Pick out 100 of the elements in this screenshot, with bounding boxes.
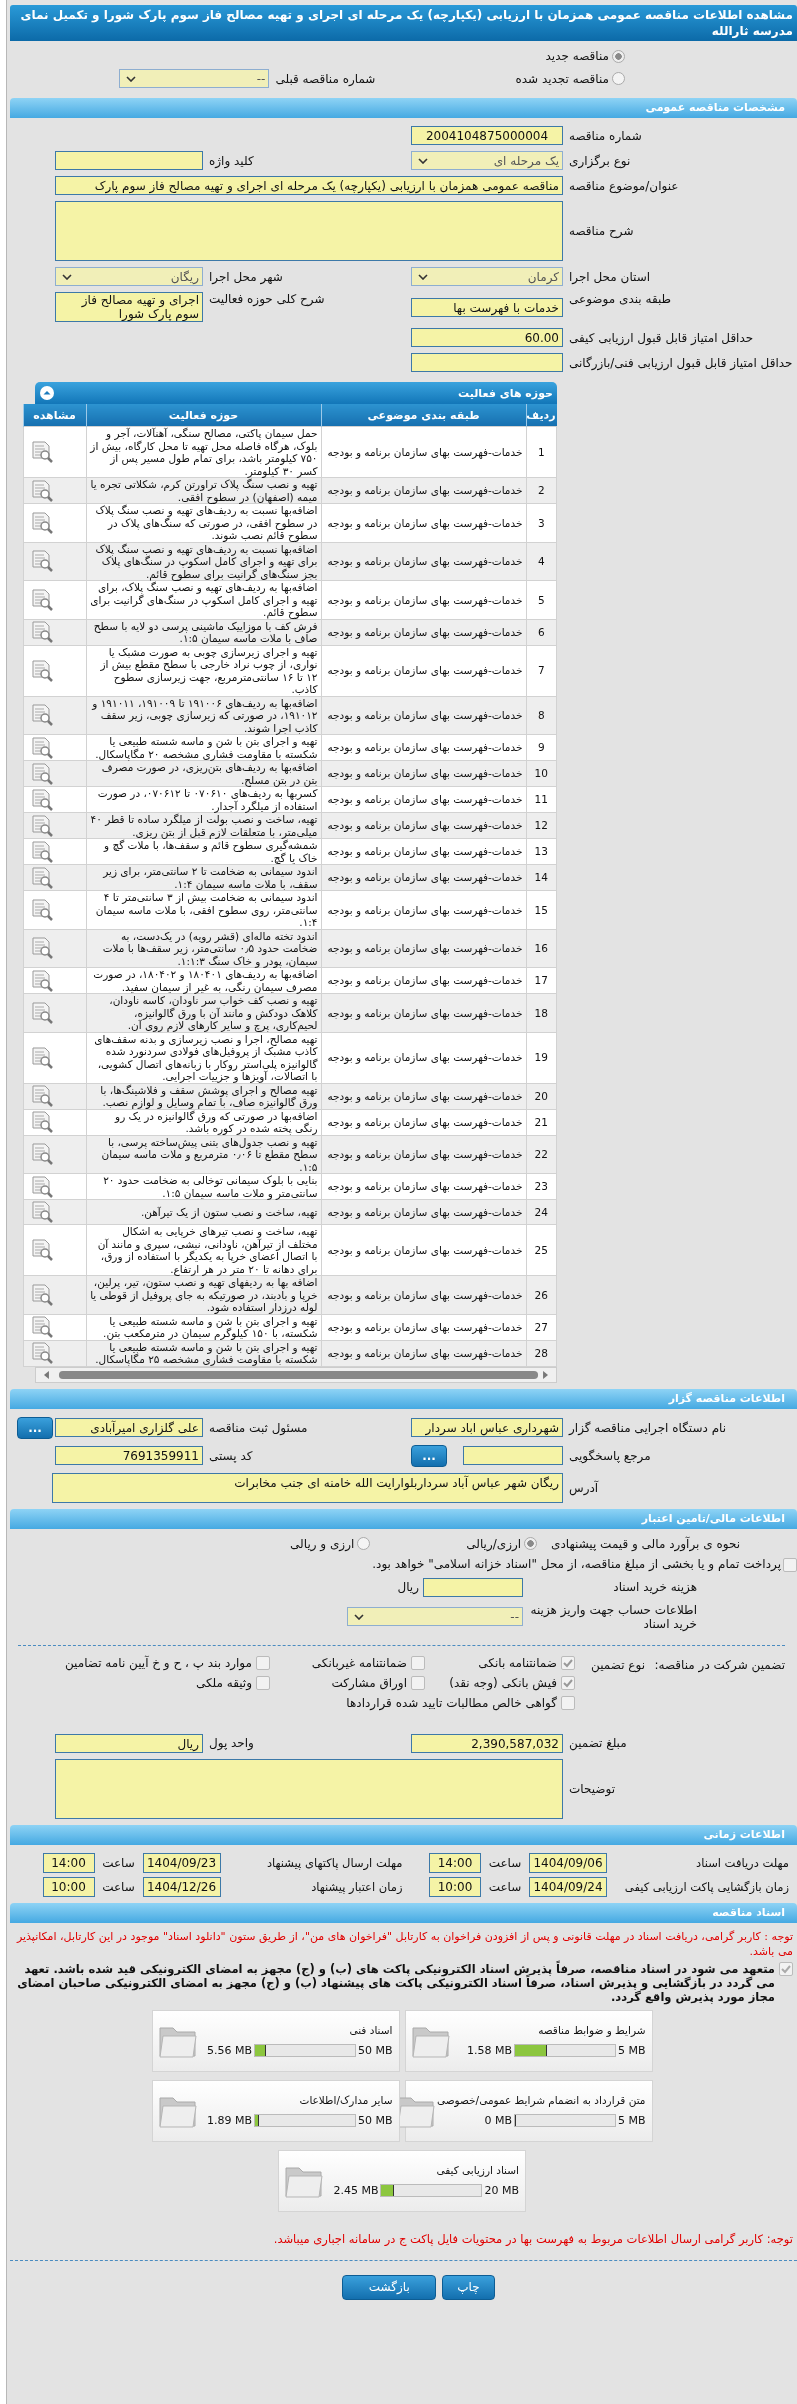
select-field[interactable]: -- (347, 1607, 523, 1626)
registrar-field[interactable]: علی گلزاری امیرآبادی (55, 1418, 203, 1437)
view-details-icon[interactable] (29, 813, 54, 838)
select-field[interactable]: کرمان (411, 267, 563, 286)
view-details-icon[interactable] (29, 735, 54, 760)
checkbox[interactable] (256, 1655, 270, 1670)
radio-button[interactable] (612, 49, 625, 63)
table-cell: خدمات-فهرست بهای سازمان برنامه و بودجه (321, 929, 526, 968)
radio-button[interactable] (524, 1537, 538, 1550)
time-field[interactable]: 10:00 (429, 1876, 481, 1897)
postal-code-field[interactable]: 7691359911 (55, 1446, 203, 1465)
action-button[interactable]: بازگشت (342, 2274, 437, 2300)
view-details-icon[interactable] (29, 1200, 54, 1224)
keyword-field[interactable] (55, 151, 203, 170)
time-field[interactable]: 14:00 (42, 1852, 95, 1873)
file-name: اسناد فنی (349, 2024, 393, 2036)
field-label: نام دستگاه اجرایی مناقصه گزار (569, 1420, 727, 1435)
view-details-icon[interactable] (29, 1174, 54, 1199)
date-field[interactable]: 1404/09/23 (142, 1852, 221, 1873)
radio-button[interactable] (357, 1537, 371, 1550)
field-label: کد پستی (209, 1448, 253, 1463)
view-details-icon[interactable] (29, 1110, 54, 1134)
table-cell: 21 (526, 1109, 557, 1135)
view-details-icon[interactable] (29, 787, 54, 812)
view-details-icon[interactable] (29, 620, 54, 644)
table-cell: خدمات-فهرست بهای سازمان برنامه و بودجه (321, 1135, 526, 1174)
document-cost-field[interactable] (423, 1577, 523, 1597)
activity-summary-field[interactable]: اجرای و تهیه مصالح فاز سوم پارک شورا (55, 292, 203, 322)
view-details-icon[interactable] (29, 1315, 54, 1339)
collapse-icon[interactable] (40, 386, 54, 400)
checkbox[interactable] (561, 1655, 575, 1670)
view-details-icon[interactable] (29, 968, 54, 993)
view-details-icon[interactable] (29, 703, 54, 728)
date-field[interactable]: 1404/09/24 (529, 1876, 607, 1897)
subject-field[interactable]: مناقصه عمومی همزمان با ارزیابی (یکپارچه) یک مرحله ای اجرای و تهیه مصالح فاز سوم پارک (55, 176, 563, 195)
table-cell: 25 (526, 1224, 557, 1276)
checkbox[interactable] (411, 1655, 425, 1670)
select-field[interactable]: ریگان (55, 267, 203, 286)
browse-button[interactable]: ... (411, 1444, 447, 1467)
view-details-icon[interactable] (29, 897, 54, 922)
field-label: حداقل امتیاز قابل قبول ارزیابی فنی/بازرگانی (569, 355, 793, 370)
field-label: کلید واژه (209, 153, 254, 168)
currency-field[interactable]: ریال (55, 1733, 203, 1753)
category-field[interactable]: خدمات با فهرست بها (411, 297, 563, 317)
commitment-text: متعهد می شود در اسناد مناقصه، صرفاً پذیرش اسناد الکترونیکی پاکت های (ب) و (ج) مجهز به امضای الکترونیکی قید شده باشد. تعهد می گردد در بازگشایی و پذیرش اسناد، صرفاً اسناد الکترونیکی پاکت های پیشنهاد (ب) و (ج) مجهز به امضای الکترونیکی صاحبان امضای مجاز مورد پذیرش واقع گردد. (16, 1961, 775, 2004)
time-field[interactable]: 10:00 (42, 1876, 95, 1897)
horizontal-scrollbar[interactable] (35, 1366, 557, 1383)
action-button[interactable]: چاپ (442, 2274, 495, 2300)
view-details-icon[interactable] (29, 658, 54, 683)
table-cell: اضافه‌بها به ردیف‌های ۱۸۰۴۰۱ و ۱۸۰۴۰۲، در صورت مصرف سیمان رنگی، به غیر از سیمان سفید. (86, 967, 321, 994)
description-field[interactable] (55, 201, 563, 261)
view-details-icon[interactable] (29, 839, 54, 864)
browse-button[interactable]: ... (17, 1416, 53, 1439)
view-details-icon[interactable] (29, 936, 54, 961)
table-cell: خدمات-فهرست بهای سازمان برنامه و بودجه (321, 1314, 526, 1340)
view-details-icon[interactable] (29, 865, 54, 890)
responder-field[interactable] (463, 1446, 563, 1465)
view-details-icon[interactable] (29, 440, 54, 464)
view-details-icon[interactable] (29, 587, 54, 612)
time-field[interactable]: 14:00 (429, 1852, 481, 1873)
notes-field[interactable] (55, 1758, 563, 1819)
table-cell: تهیه، ساخت و نصب ستون از یک تیرآهن. (86, 1199, 321, 1225)
size-limit: 20 MB (484, 2184, 519, 2197)
table-cell: 13 (526, 838, 557, 865)
checkbox[interactable] (411, 1675, 425, 1690)
select-field[interactable]: -- (119, 69, 270, 88)
agency-field[interactable]: شهرداری عباس اباد سردار (411, 1418, 563, 1437)
table-cell: تهیه، ساخت و نصب تیرهای خرپایی به اشکال مختلف از تیرآهن، ناودانی، نبشی، سپری و مانند آن با اتصال اعضای خرپا به یکدیگر با استفاده از ورق، برای دهانه تا ۲۰ متر در هر ارتفاع. (86, 1224, 321, 1276)
view-details-icon[interactable] (29, 1341, 54, 1365)
view-details-icon[interactable] (29, 1084, 54, 1108)
view-details-icon[interactable] (29, 1045, 54, 1070)
checkbox-label: وثیقه ملکی (195, 1675, 252, 1690)
view-details-icon[interactable] (29, 478, 54, 503)
address-field[interactable]: ریگان شهر عباس آباد سرداربلوارایت الله خامنه ای جنب مخابرات (52, 1472, 563, 1503)
field-label: مهلت دریافت اسناد (695, 1855, 789, 1870)
checkbox[interactable] (779, 1961, 793, 1976)
view-details-icon[interactable] (29, 1142, 54, 1167)
score-field[interactable]: 60.00 (411, 328, 563, 347)
radio-button[interactable] (612, 72, 625, 85)
select-field[interactable]: یک مرحله ای (411, 151, 563, 170)
date-field[interactable]: 1404/09/06 (529, 1852, 607, 1873)
table-cell: 16 (526, 929, 557, 968)
checkbox[interactable] (561, 1675, 575, 1690)
amount-field[interactable]: 2,390,587,032 (411, 1733, 563, 1753)
table-cell: 19 (526, 1032, 557, 1083)
score-field[interactable] (411, 353, 563, 372)
date-field[interactable]: 1404/12/26 (142, 1876, 221, 1897)
view-details-icon[interactable] (29, 1282, 54, 1307)
table-cell: خدمات-فهرست بهای سازمان برنامه و بودجه (321, 645, 526, 696)
view-details-icon[interactable] (29, 510, 54, 535)
view-details-icon[interactable] (29, 761, 54, 786)
table-cell: تهیه و اجرای بتن با شن و ماسه شسته طبیعی یا شکسته، با ۱۵۰ کیلوگرم سیمان در مترمکعب بتن. (86, 1314, 321, 1340)
checkbox[interactable] (256, 1675, 270, 1690)
table-cell: 4 (526, 542, 557, 581)
view-details-icon[interactable] (29, 1238, 54, 1262)
view-details-icon[interactable] (29, 1000, 54, 1025)
checkbox[interactable] (561, 1695, 575, 1710)
view-details-icon[interactable] (29, 549, 54, 574)
tender-number-field[interactable]: 2004104875000004 (411, 126, 563, 145)
checkbox[interactable] (783, 1557, 797, 1572)
